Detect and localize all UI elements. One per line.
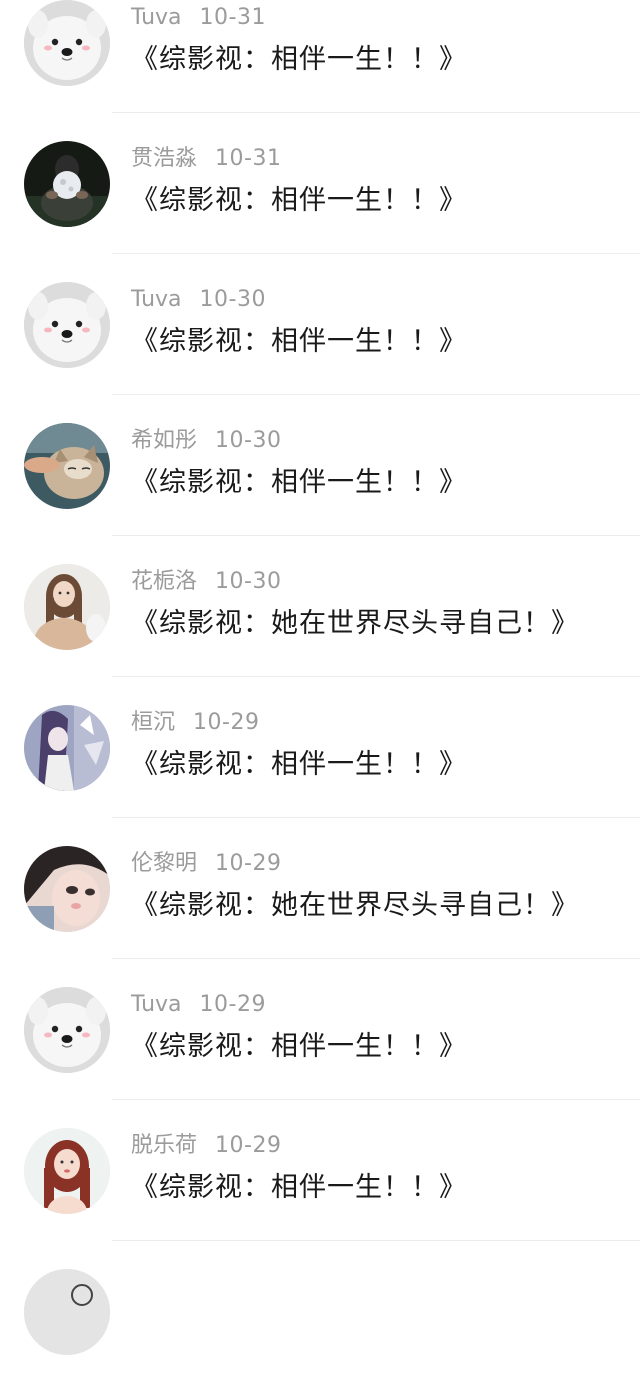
comment-date: 10-29	[199, 992, 266, 1017]
comment-meta: Tuva 10-29	[131, 990, 266, 1020]
comment-meta: 贯浩淼 10-31	[131, 144, 281, 174]
comment-text[interactable]: 《综影视：相伴一生！！》	[131, 747, 467, 783]
username[interactable]: 脱乐荷	[131, 1133, 197, 1158]
comment-row[interactable]: Tuva 10-29 《综影视：相伴一生！！》	[0, 959, 640, 1100]
comment-meta: Tuva 10-31	[131, 3, 266, 33]
comment-text[interactable]: 《综影视：相伴一生！！》	[131, 324, 467, 360]
comment-row[interactable]: 伦黎明 10-29 《综影视：她在世界尽头寻自己！》	[0, 818, 640, 959]
illustration-avatar-icon[interactable]	[24, 846, 110, 932]
comment-date: 10-31	[199, 5, 266, 30]
username[interactable]: Tuva	[131, 992, 182, 1017]
cat-avatar-icon[interactable]	[24, 423, 110, 509]
comment-text[interactable]: 《综影视：她在世界尽头寻自己！》	[131, 606, 579, 642]
comment-date: 10-30	[215, 428, 282, 453]
comment-text[interactable]: 《综影视：相伴一生！！》	[131, 1170, 467, 1206]
comment-meta: 希如彤 10-30	[131, 426, 281, 456]
comment-date: 10-31	[215, 146, 282, 171]
comment-text[interactable]: 《综影视：相伴一生！！》	[131, 42, 467, 78]
samoyed-avatar-icon[interactable]	[24, 282, 110, 368]
comment-meta: 桓沉 10-29	[131, 708, 259, 738]
comment-text[interactable]: 《综影视：相伴一生！！》	[131, 183, 467, 219]
comment-date: 10-30	[199, 287, 266, 312]
comment-row[interactable]: 希如彤 10-30 《综影视：相伴一生！！》	[0, 395, 640, 536]
samoyed-avatar-icon[interactable]	[24, 987, 110, 1073]
comment-text[interactable]: 《综影视：相伴一生！！》	[131, 1029, 467, 1065]
comment-row[interactable]: 贯浩淼 10-31 《综影视：相伴一生！！》	[0, 113, 640, 254]
username[interactable]: 希如彤	[131, 428, 197, 453]
comment-date: 10-30	[215, 569, 282, 594]
partial-avatar-icon[interactable]	[24, 1269, 110, 1355]
comment-meta: Tuva 10-30	[131, 285, 266, 315]
comment-text[interactable]: 《综影视：相伴一生！！》	[131, 465, 467, 501]
comment-row[interactable]: 桓沉 10-29 《综影视：相伴一生！！》	[0, 677, 640, 818]
comment-list: Tuva 10-31 《综影视：相伴一生！！》 贯浩淼 10-31 《综影视：相伴一…	[0, 0, 640, 1382]
girl-avatar-icon[interactable]	[24, 564, 110, 650]
moon-hands-avatar-icon[interactable]	[24, 141, 110, 227]
comment-row[interactable]: 脱乐荷 10-29 《综影视：相伴一生！！》	[0, 1100, 640, 1241]
username[interactable]: 贯浩淼	[131, 146, 197, 171]
username[interactable]: Tuva	[131, 5, 182, 30]
samoyed-avatar-icon[interactable]	[24, 0, 110, 86]
comment-meta: 花栀洛 10-30	[131, 567, 281, 597]
username[interactable]: Tuva	[131, 287, 182, 312]
anime-avatar-icon[interactable]	[24, 705, 110, 791]
comment-date: 10-29	[215, 1133, 282, 1158]
comment-row[interactable]: Tuva 10-30 《综影视：相伴一生！！》	[0, 254, 640, 395]
username[interactable]: 桓沉	[131, 710, 175, 735]
comment-date: 10-29	[215, 851, 282, 876]
comment-text[interactable]: 《综影视：她在世界尽头寻自己！》	[131, 888, 579, 924]
username[interactable]: 花栀洛	[131, 569, 197, 594]
comment-row[interactable]: Tuva 10-31 《综影视：相伴一生！！》	[0, 0, 640, 113]
username[interactable]: 伦黎明	[131, 851, 197, 876]
comment-meta: 脱乐荷 10-29	[131, 1131, 281, 1161]
comment-row[interactable]: 花栀洛 10-30 《综影视：她在世界尽头寻自己！》	[0, 536, 640, 677]
red-hair-girl-avatar-icon[interactable]	[24, 1128, 110, 1214]
comment-meta: 伦黎明 10-29	[131, 849, 281, 879]
comment-date: 10-29	[193, 710, 260, 735]
comment-row[interactable]	[0, 1241, 640, 1382]
